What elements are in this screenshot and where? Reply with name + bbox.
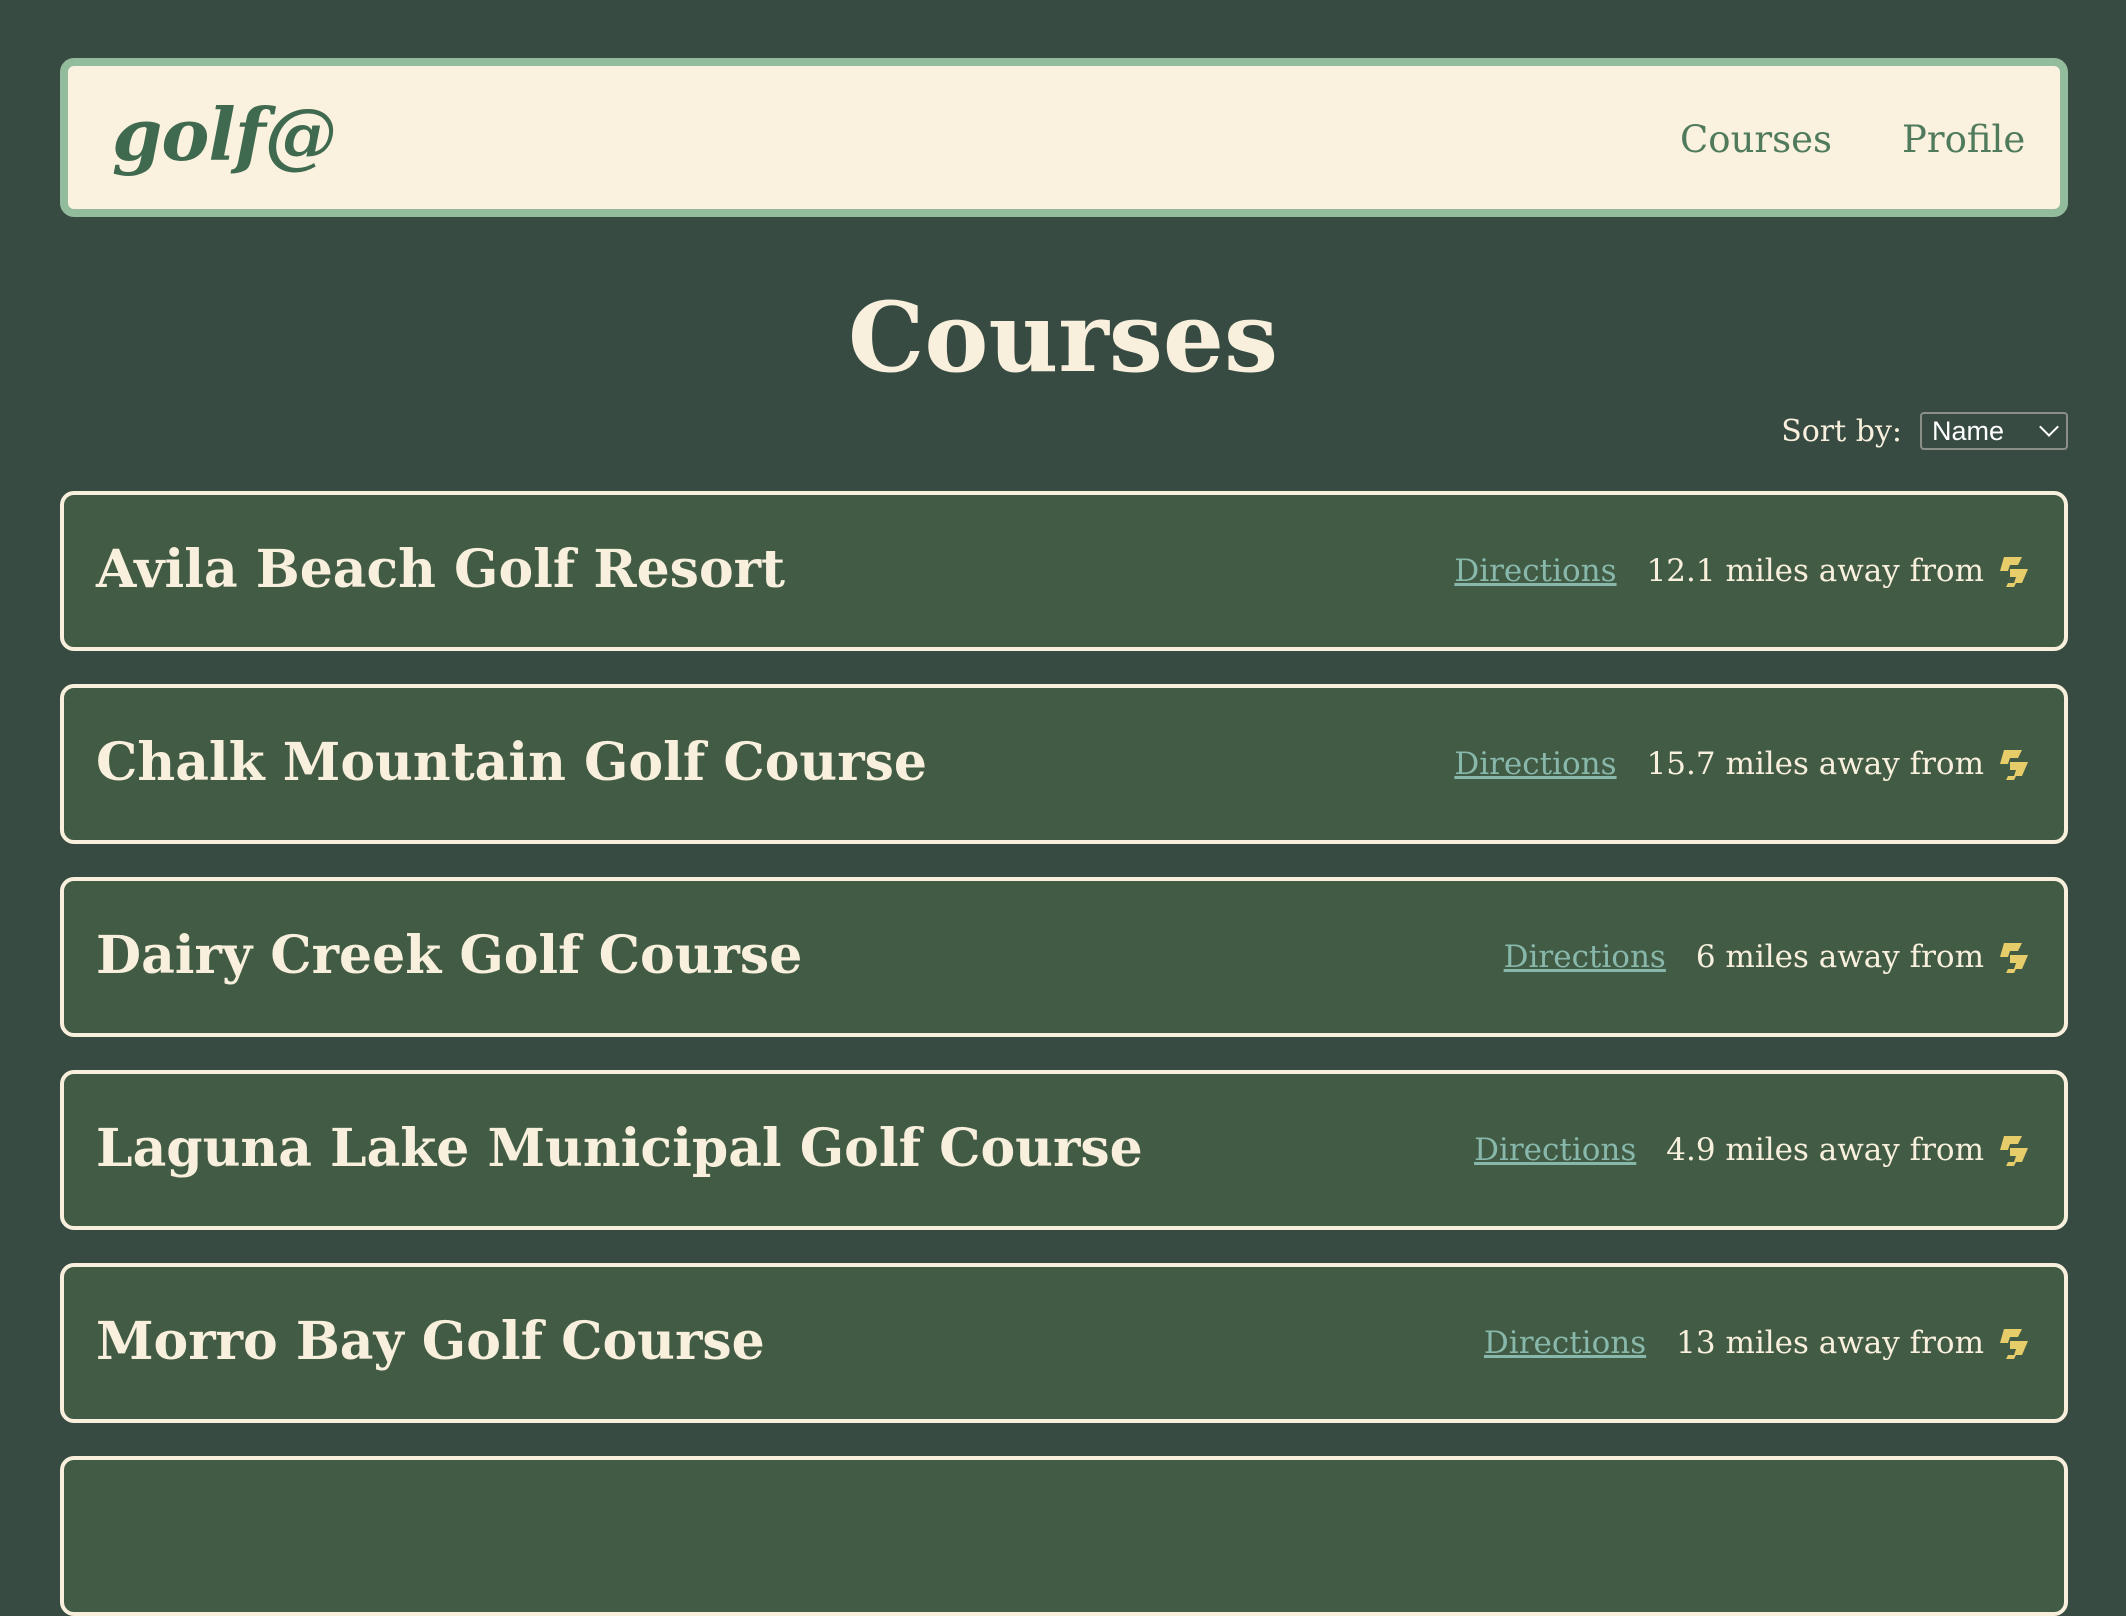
- course-meta: Directions 4.9 miles away from: [1474, 1132, 2032, 1168]
- chevron-down-icon: [2039, 417, 2059, 437]
- nav-link-courses[interactable]: Courses: [1680, 118, 1832, 161]
- directions-link[interactable]: Directions: [1504, 939, 1666, 975]
- cal-poly-logo-icon: [2000, 1136, 2028, 1166]
- cal-poly-logo-icon: [2000, 1329, 2028, 1359]
- course-distance: 12.1 miles away from: [1646, 553, 1984, 589]
- course-meta: Directions 12.1 miles away from: [1454, 553, 2032, 589]
- course-name: Laguna Lake Municipal Golf Course: [96, 1118, 1143, 1179]
- cal-poly-logo-icon: [2000, 750, 2028, 780]
- sort-label: Sort by:: [1781, 413, 1902, 449]
- course-card[interactable]: Dairy Creek Golf Course Directions 6 mil…: [60, 877, 2068, 1037]
- navbar: golf@ Courses Profile: [60, 58, 2068, 217]
- directions-link[interactable]: Directions: [1454, 553, 1616, 589]
- course-meta: Directions 15.7 miles away from: [1454, 746, 2032, 782]
- course-distance: 4.9 miles away from: [1666, 1132, 1984, 1168]
- course-card[interactable]: Avila Beach Golf Resort Directions 12.1 …: [60, 491, 2068, 651]
- course-name: Morro Bay Golf Course: [96, 1311, 765, 1372]
- course-distance: 13 miles away from: [1676, 1325, 1984, 1361]
- cal-poly-logo-icon: [2000, 943, 2028, 973]
- course-meta: Directions 13 miles away from: [1484, 1325, 2032, 1361]
- sort-control: Sort by: Name: [1781, 412, 2068, 450]
- site-logo[interactable]: golf@: [112, 92, 337, 177]
- cal-poly-logo-icon: [2000, 557, 2028, 587]
- sort-selected-value: Name: [1932, 415, 2005, 446]
- course-name: Chalk Mountain Golf Course: [96, 732, 927, 793]
- nav-link-profile[interactable]: Profile: [1902, 118, 2025, 161]
- course-card[interactable]: Laguna Lake Municipal Golf Course Direct…: [60, 1070, 2068, 1230]
- sort-select[interactable]: Name: [1920, 412, 2068, 450]
- course-card[interactable]: [60, 1456, 2068, 1616]
- course-meta: Directions 6 miles away from: [1504, 939, 2032, 975]
- course-distance: 15.7 miles away from: [1646, 746, 1984, 782]
- course-distance: 6 miles away from: [1695, 939, 1984, 975]
- course-card[interactable]: Chalk Mountain Golf Course Directions 15…: [60, 684, 2068, 844]
- page-title: Courses: [848, 281, 1278, 394]
- course-name: Dairy Creek Golf Course: [96, 925, 803, 986]
- directions-link[interactable]: Directions: [1454, 746, 1616, 782]
- course-card[interactable]: Morro Bay Golf Course Directions 13 mile…: [60, 1263, 2068, 1423]
- course-name: Avila Beach Golf Resort: [96, 539, 786, 600]
- directions-link[interactable]: Directions: [1484, 1325, 1646, 1361]
- directions-link[interactable]: Directions: [1474, 1132, 1636, 1168]
